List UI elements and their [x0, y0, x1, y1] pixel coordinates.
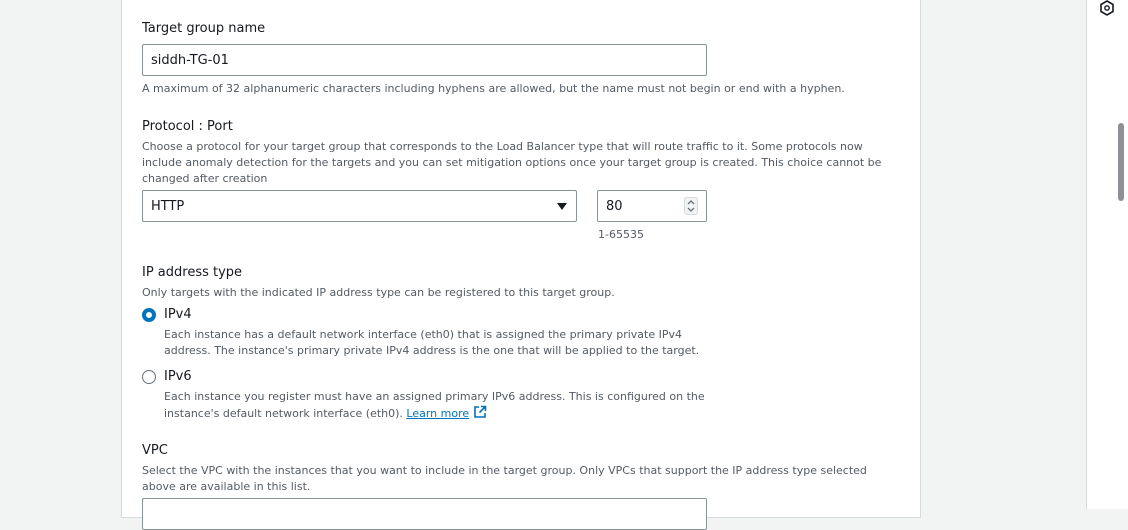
port-value: 80 [606, 198, 623, 214]
external-link-icon[interactable] [473, 405, 487, 424]
ipv4-description: Each instance has a default network inte… [164, 328, 700, 357]
ipv6-description: Each instance you register must have an … [164, 389, 724, 424]
port-hint: 1-65535 [598, 228, 644, 241]
ipv4-label[interactable]: IPv4 [164, 307, 192, 322]
port-input[interactable]: 80 [597, 190, 707, 222]
vpc-select[interactable] [142, 498, 707, 530]
ip-address-type-description: Only targets with the indicated IP addre… [142, 286, 615, 299]
target-group-name-value: siddh-TG-01 [151, 52, 229, 68]
scrollbar-thumb[interactable] [1118, 123, 1124, 201]
right-sidebar-rail [1086, 0, 1128, 509]
protocol-port-description: Choose a protocol for your target group … [142, 140, 882, 185]
target-group-name-hint: A maximum of 32 alphanumeric characters … [142, 82, 845, 95]
vpc-description: Select the VPC with the instances that y… [142, 464, 867, 493]
learn-more-link[interactable]: Learn more [406, 407, 469, 420]
protocol-port-label: Protocol : Port [142, 119, 233, 134]
protocol-select-value: HTTP [151, 198, 185, 214]
help-hexagon-icon[interactable] [1099, 0, 1115, 16]
form-panel [121, 0, 921, 518]
ipv4-radio[interactable] [142, 308, 156, 322]
target-group-name-label: Target group name [142, 21, 266, 36]
protocol-select[interactable]: HTTP [142, 190, 577, 222]
vpc-label: VPC [142, 443, 168, 458]
ip-address-type-label: IP address type [142, 265, 243, 280]
caret-down-icon [556, 202, 568, 211]
target-group-name-input[interactable]: siddh-TG-01 [142, 44, 707, 76]
ipv6-label[interactable]: IPv6 [164, 369, 192, 384]
stepper-arrows-icon[interactable] [684, 197, 698, 215]
ipv6-radio[interactable] [142, 370, 156, 384]
